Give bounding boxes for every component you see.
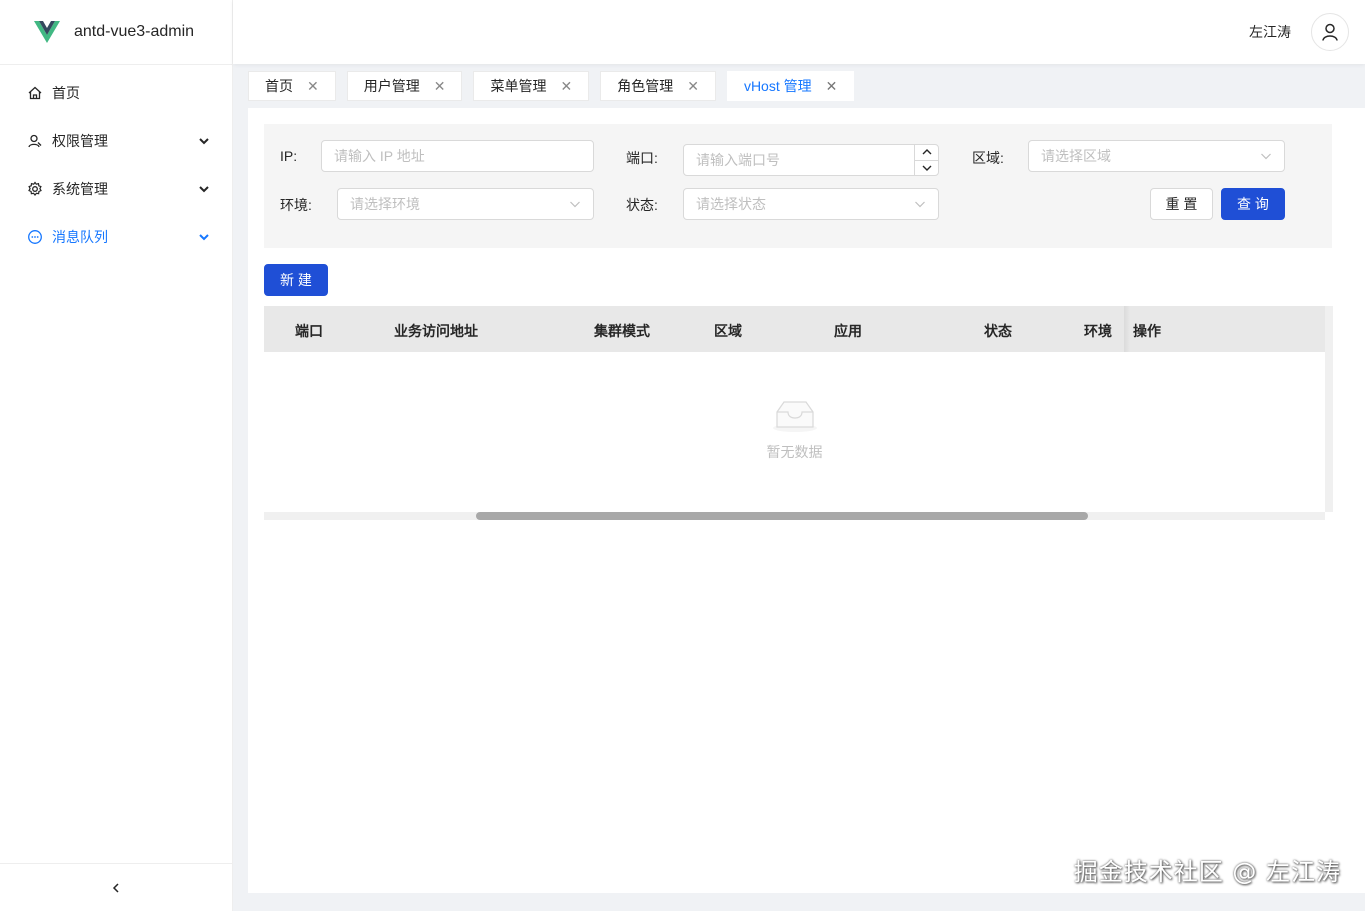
main-content: IP: 请输入 IP 地址 端口: 请输入端口号 区域: 请选择区域 环境: 请…	[248, 108, 1365, 893]
sidebar-item-label: 权限管理	[52, 133, 108, 149]
tab-user-management[interactable]: 用户管理 ✕	[346, 71, 463, 101]
tab-vhost-management[interactable]: vHost 管理 ✕	[726, 71, 855, 101]
column-header-cluster-mode[interactable]: 集群模式	[594, 321, 650, 341]
sidebar-item-message-queue[interactable]: 消息队列	[0, 215, 232, 259]
stepper-up-icon[interactable]	[915, 145, 938, 161]
message-icon	[26, 228, 44, 246]
chevron-down-icon	[199, 234, 209, 241]
port-input[interactable]: 请输入端口号	[683, 144, 939, 176]
chevron-down-icon	[199, 186, 209, 193]
search-form: IP: 请输入 IP 地址 端口: 请输入端口号 区域: 请选择区域 环境: 请…	[264, 124, 1332, 248]
tab-label: 用户管理	[363, 78, 420, 94]
logo[interactable]: antd-vue3-admin	[0, 0, 232, 65]
env-select[interactable]: 请选择环境	[337, 188, 594, 220]
horizontal-scrollbar[interactable]	[264, 512, 1325, 520]
chevron-down-icon	[570, 201, 580, 208]
user-avatar-icon	[1322, 23, 1338, 41]
column-header-application[interactable]: 应用	[834, 321, 862, 341]
sidebar-item-label: 消息队列	[52, 229, 108, 245]
tab-label: 菜单管理	[490, 78, 547, 94]
empty-inbox-icon	[772, 401, 817, 432]
close-icon[interactable]: ✕	[560, 78, 572, 95]
empty-text: 暂无数据	[766, 444, 823, 460]
env-label: 环境:	[280, 197, 312, 213]
vhost-table: 端口 业务访问地址 集群模式 区域 应用 状态 环境 操作 暂无数据	[264, 306, 1333, 520]
chevron-left-icon	[112, 882, 119, 893]
status-placeholder: 请选择状态	[696, 196, 766, 212]
region-label: 区域:	[972, 150, 1004, 166]
avatar[interactable]	[1311, 13, 1349, 51]
tab-menu-management[interactable]: 菜单管理 ✕	[473, 71, 590, 101]
sidebar-item-label: 首页	[52, 85, 80, 101]
header: 左江涛	[233, 0, 1365, 64]
vue-logo-icon	[34, 21, 60, 43]
close-icon[interactable]: ✕	[826, 78, 838, 95]
tab-label: 首页	[265, 78, 293, 94]
region-select[interactable]: 请选择区域	[1028, 140, 1285, 172]
chevron-down-icon	[1261, 153, 1271, 160]
scrollbar-thumb[interactable]	[476, 512, 1088, 520]
empty-state: 暂无数据	[264, 352, 1325, 512]
column-header-port[interactable]: 端口	[295, 321, 323, 341]
sidebar: antd-vue3-admin 首页 权限管理 系统管理 消息队列	[0, 0, 233, 911]
ip-label: IP:	[280, 148, 298, 164]
column-header-actions[interactable]: 操作	[1133, 321, 1161, 341]
reset-button[interactable]: 重 置	[1150, 188, 1213, 220]
column-header-region[interactable]: 区域	[714, 321, 742, 341]
port-label: 端口:	[626, 150, 658, 166]
home-icon	[26, 84, 44, 102]
new-button[interactable]: 新 建	[264, 264, 328, 296]
column-header-status[interactable]: 状态	[984, 321, 1012, 341]
close-icon[interactable]: ✕	[687, 78, 699, 95]
sidebar-collapse-button[interactable]	[0, 863, 232, 911]
sidebar-item-home[interactable]: 首页	[0, 71, 232, 115]
port-placeholder: 请输入端口号	[696, 152, 780, 168]
close-icon[interactable]: ✕	[434, 78, 446, 95]
port-stepper[interactable]	[914, 145, 938, 175]
tab-label: 角色管理	[617, 78, 674, 94]
sidebar-item-permission[interactable]: 权限管理	[0, 119, 232, 163]
user-name[interactable]: 左江涛	[1249, 22, 1291, 42]
ip-input[interactable]: 请输入 IP 地址	[321, 140, 594, 172]
user-icon	[26, 132, 44, 150]
region-placeholder: 请选择区域	[1041, 148, 1111, 164]
sidebar-item-label: 系统管理	[52, 181, 108, 197]
watermark: 掘金技术社区 @ 左江涛	[1073, 858, 1341, 886]
ip-placeholder: 请输入 IP 地址	[334, 148, 425, 164]
stepper-down-icon[interactable]	[915, 161, 938, 176]
close-icon[interactable]: ✕	[307, 78, 319, 95]
sidebar-item-system[interactable]: 系统管理	[0, 167, 232, 211]
tab-label: vHost 管理	[743, 78, 812, 94]
app-title: antd-vue3-admin	[74, 23, 195, 40]
query-button[interactable]: 查 询	[1221, 188, 1285, 220]
column-header-environment[interactable]: 环境	[1084, 321, 1112, 341]
vertical-scrollbar[interactable]	[1325, 306, 1333, 512]
sidebar-menu: 首页 权限管理 系统管理 消息队列	[0, 65, 232, 259]
column-header-address[interactable]: 业务访问地址	[394, 321, 478, 341]
status-label: 状态:	[626, 197, 658, 213]
page-tabs: 首页 ✕ 用户管理 ✕ 菜单管理 ✕ 角色管理 ✕ vHost 管理 ✕	[248, 71, 865, 101]
fixed-column-divider	[1124, 306, 1130, 352]
chevron-down-icon	[915, 201, 925, 208]
table-header: 端口 业务访问地址 集群模式 区域 应用 状态 环境 操作	[264, 306, 1325, 352]
status-select[interactable]: 请选择状态	[683, 188, 939, 220]
gear-icon	[26, 180, 44, 198]
env-placeholder: 请选择环境	[350, 196, 420, 212]
tab-home[interactable]: 首页 ✕	[248, 71, 336, 101]
tab-role-management[interactable]: 角色管理 ✕	[600, 71, 716, 101]
chevron-down-icon	[199, 138, 209, 145]
